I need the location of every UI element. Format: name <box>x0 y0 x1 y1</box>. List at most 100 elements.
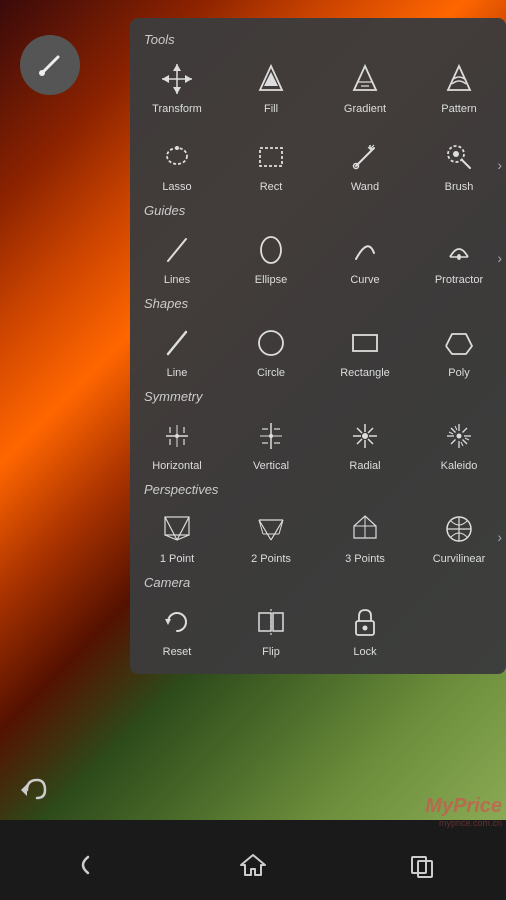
gradient-icon <box>347 61 383 97</box>
tool-rectangle-label: Rectangle <box>340 367 390 379</box>
tool-curve-label: Curve <box>350 274 379 286</box>
tool-fill[interactable]: Fill <box>224 53 318 121</box>
tools-section-perspectives: 1 Point 2 Points <box>130 503 506 571</box>
tools-section-guides: Lines Ellipse Curve <box>130 224 506 292</box>
brush-icon <box>36 51 64 79</box>
home-button[interactable] <box>228 840 278 890</box>
tool-1point-label: 1 Point <box>160 553 194 565</box>
tool-rect-label: Rect <box>260 181 283 193</box>
tool-horizontal[interactable]: Horizontal <box>130 410 224 478</box>
1point-icon <box>159 511 195 547</box>
line-icon <box>159 325 195 361</box>
lasso-icon <box>159 139 195 175</box>
tool-lock-label: Lock <box>353 646 376 658</box>
curve-icon <box>347 232 383 268</box>
lock-icon <box>347 604 383 640</box>
home-icon <box>239 851 267 879</box>
tool-poly[interactable]: Poly <box>412 317 506 385</box>
section-shapes-title: Shapes <box>130 292 506 317</box>
circle-icon <box>253 325 289 361</box>
horizontal-icon <box>159 418 195 454</box>
back-button[interactable] <box>59 840 109 890</box>
watermark-url: myprice.com.cn <box>425 818 502 828</box>
2points-icon <box>253 511 289 547</box>
tool-curve[interactable]: Curve <box>318 224 412 292</box>
undo-button[interactable] <box>15 770 55 810</box>
transform-icon <box>159 61 195 97</box>
tools-section-main: Transform Fill Gradient <box>130 53 506 121</box>
tool-ellipse[interactable]: Ellipse <box>224 224 318 292</box>
tool-lasso-label: Lasso <box>162 181 191 193</box>
brush-select-icon <box>441 139 477 175</box>
tool-rectangle[interactable]: Rectangle <box>318 317 412 385</box>
tool-2points[interactable]: 2 Points <box>224 503 318 571</box>
rectangle-icon <box>347 325 383 361</box>
kaleido-icon <box>441 418 477 454</box>
tool-circle[interactable]: Circle <box>224 317 318 385</box>
tool-kaleido-label: Kaleido <box>441 460 478 472</box>
ellipse-icon <box>253 232 289 268</box>
section-camera-title: Camera <box>130 571 506 596</box>
tools-section-select: Lasso Rect Wand <box>130 131 506 199</box>
flip-icon <box>253 604 289 640</box>
tool-protractor[interactable]: Protractor <box>412 224 506 292</box>
tool-vertical[interactable]: Vertical <box>224 410 318 478</box>
tool-horizontal-label: Horizontal <box>152 460 202 472</box>
tools-section-camera: Reset Flip Lock <box>130 596 506 664</box>
tool-protractor-label: Protractor <box>435 274 483 286</box>
guides-arrow: › <box>497 250 502 266</box>
tool-lock[interactable]: Lock <box>318 596 412 664</box>
tool-circle-label: Circle <box>257 367 285 379</box>
tools-section-shapes: Line Circle Rectangle <box>130 317 506 385</box>
select-arrow: › <box>497 157 502 173</box>
section-perspectives-title: Perspectives <box>130 478 506 503</box>
tool-vertical-label: Vertical <box>253 460 289 472</box>
tool-empty <box>412 596 506 664</box>
lines-icon <box>159 232 195 268</box>
tool-brush-select-label: Brush <box>445 181 474 193</box>
recent-icon <box>408 851 436 879</box>
section-guides-title: Guides <box>130 199 506 224</box>
tool-curvilinear[interactable]: Curvilinear <box>412 503 506 571</box>
watermark-text: MyPrice <box>425 795 502 818</box>
tool-2points-label: 2 Points <box>251 553 291 565</box>
wand-icon <box>347 139 383 175</box>
tool-lasso[interactable]: Lasso <box>130 131 224 199</box>
tool-curvilinear-label: Curvilinear <box>433 553 486 565</box>
section-symmetry-title: Symmetry <box>130 385 506 410</box>
tool-reset-label: Reset <box>163 646 192 658</box>
tool-rect[interactable]: Rect <box>224 131 318 199</box>
rect-icon <box>253 139 289 175</box>
tool-reset[interactable]: Reset <box>130 596 224 664</box>
tool-pattern[interactable]: Pattern <box>412 53 506 121</box>
tool-wand[interactable]: Wand <box>318 131 412 199</box>
tool-line[interactable]: Line <box>130 317 224 385</box>
tools-panel: Tools Transform <box>130 18 506 674</box>
tool-gradient[interactable]: Gradient <box>318 53 412 121</box>
tool-lines[interactable]: Lines <box>130 224 224 292</box>
tool-lines-label: Lines <box>164 274 190 286</box>
recent-button[interactable] <box>397 840 447 890</box>
tool-flip[interactable]: Flip <box>224 596 318 664</box>
brush-button[interactable] <box>20 35 80 95</box>
perspectives-arrow: › <box>497 529 502 545</box>
pattern-icon <box>441 61 477 97</box>
tool-3points-label: 3 Points <box>345 553 385 565</box>
tool-kaleido[interactable]: Kaleido <box>412 410 506 478</box>
tool-1point[interactable]: 1 Point <box>130 503 224 571</box>
tool-radial[interactable]: Radial <box>318 410 412 478</box>
tool-transform[interactable]: Transform <box>130 53 224 121</box>
tool-3points[interactable]: 3 Points <box>318 503 412 571</box>
radial-icon <box>347 418 383 454</box>
vertical-icon <box>253 418 289 454</box>
reset-icon <box>159 604 195 640</box>
protractor-icon <box>441 232 477 268</box>
fill-icon <box>253 61 289 97</box>
tool-poly-label: Poly <box>448 367 469 379</box>
watermark-area: MyPrice myprice.com.cn <box>425 795 502 828</box>
nav-bar <box>0 830 506 900</box>
undo-icon <box>19 774 51 806</box>
poly-icon <box>441 325 477 361</box>
tools-section-symmetry: Horizontal Vertical <box>130 410 506 478</box>
tool-brush-select[interactable]: Brush <box>412 131 506 199</box>
